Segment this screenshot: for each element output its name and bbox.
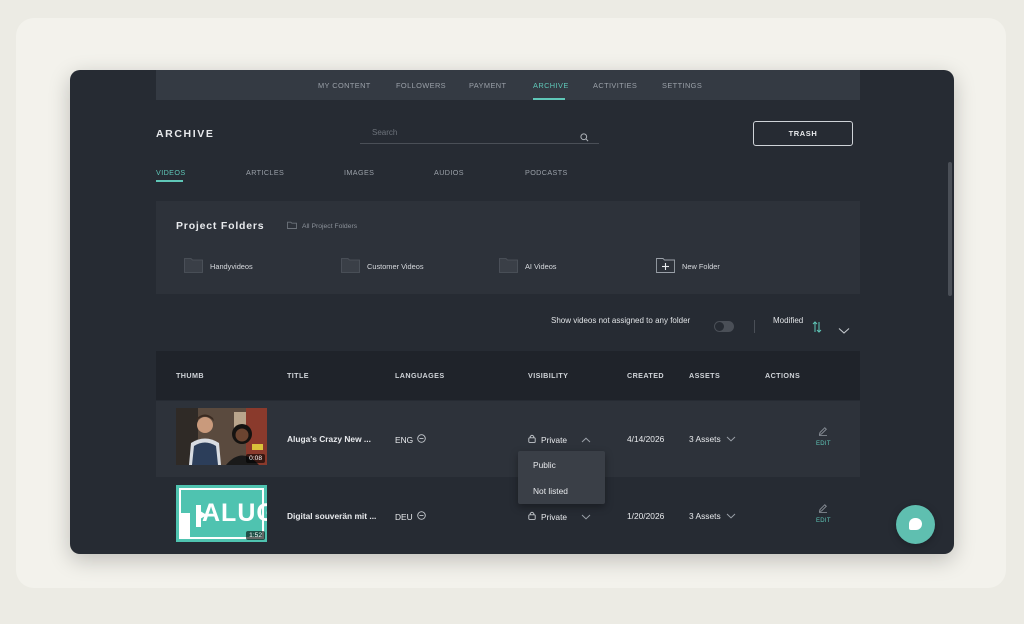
thumbnail-text: ALUG [202, 499, 267, 527]
folder-icon [499, 257, 518, 275]
folder-label: Customer Videos [367, 261, 424, 271]
app-window: MY CONTENT FOLLOWERS PAYMENT ARCHIVE ACT… [70, 70, 954, 554]
nav-tab-activities[interactable]: ACTIVITIES [593, 81, 637, 90]
assets-dropdown[interactable]: 3 Assets [689, 511, 736, 521]
new-folder-button[interactable]: New Folder [656, 257, 720, 275]
language-code: ENG [395, 434, 414, 445]
edit-button[interactable]: EDIT [816, 426, 831, 447]
top-navigation: MY CONTENT FOLLOWERS PAYMENT ARCHIVE ACT… [156, 70, 860, 100]
active-tab-indicator [533, 98, 565, 100]
chevron-down-icon[interactable] [838, 322, 850, 340]
edit-button[interactable]: EDIT [816, 503, 831, 524]
toggle-knob [715, 322, 724, 331]
nav-tab-followers[interactable]: FOLLOWERS [396, 81, 446, 90]
column-header-assets: ASSETS [689, 371, 721, 380]
pencil-icon [818, 503, 828, 515]
assets-count: 3 Assets [689, 434, 721, 444]
folder-icon [287, 221, 297, 231]
assets-dropdown[interactable]: 3 Assets [689, 434, 736, 444]
visibility-select[interactable]: Private [528, 434, 591, 445]
more-languages-icon[interactable] [417, 434, 426, 445]
assets-count: 3 Assets [689, 511, 721, 521]
subtab-podcasts[interactable]: PODCASTS [525, 168, 568, 177]
project-folders-panel: Project Folders All Project Folders Hand… [156, 201, 860, 294]
video-duration: 0:08 [246, 454, 265, 463]
column-header-languages: LANGUAGES [395, 371, 445, 380]
active-subtab-indicator [156, 180, 183, 182]
chat-button[interactable] [896, 505, 935, 544]
nav-tab-my-content[interactable]: MY CONTENT [318, 81, 371, 90]
visibility-option-public[interactable]: Public [533, 460, 556, 470]
subtab-videos[interactable]: VIDEOS [156, 168, 186, 177]
unassigned-toggle[interactable] [714, 321, 734, 332]
page-title: ARCHIVE [156, 128, 215, 140]
column-header-thumb: THUMB [176, 371, 204, 380]
trash-button[interactable]: TRASH [753, 121, 853, 146]
search-bar [360, 126, 599, 144]
chevron-down-icon [726, 434, 736, 444]
subtab-images[interactable]: IMAGES [344, 168, 374, 177]
edit-label: EDIT [816, 441, 831, 447]
video-title[interactable]: Digital souverän mit ... [287, 511, 376, 521]
folder-ai-videos[interactable]: AI Videos [499, 257, 557, 275]
folder-handyvideos[interactable]: Handyvideos [184, 257, 253, 275]
chevron-down-icon [726, 511, 736, 521]
chat-bubble-icon [909, 518, 922, 530]
visibility-value: Private [541, 511, 568, 522]
created-date: 4/14/2026 [627, 434, 665, 444]
column-header-title: TITLE [287, 371, 309, 380]
search-input[interactable] [372, 128, 562, 137]
folder-customer-videos[interactable]: Customer Videos [341, 257, 424, 275]
all-project-folders-link[interactable]: All Project Folders [287, 221, 357, 231]
created-date: 1/20/2026 [627, 511, 665, 521]
folder-icon [184, 257, 203, 275]
video-thumbnail[interactable]: 0:08 [176, 408, 267, 465]
scrollbar[interactable] [948, 162, 952, 296]
video-title[interactable]: Aluga's Crazy New ... [287, 434, 371, 444]
search-icon[interactable] [580, 129, 589, 147]
folder-label: AI Videos [525, 261, 557, 271]
visibility-select[interactable]: Private [528, 511, 591, 522]
visibility-value: Private [541, 434, 568, 445]
folder-icon [341, 257, 360, 275]
sort-label[interactable]: Modified [773, 316, 803, 325]
project-folders-heading: Project Folders [176, 220, 265, 232]
nav-tab-settings[interactable]: SETTINGS [662, 81, 702, 90]
chevron-down-icon [581, 512, 591, 522]
column-header-visibility: VISIBILITY [528, 371, 569, 380]
filter-divider [754, 320, 755, 333]
video-duration: 1:52 [246, 531, 265, 540]
nav-tab-archive[interactable]: ARCHIVE [533, 81, 569, 90]
unassigned-filter-label: Show videos not assigned to any folder [551, 316, 691, 325]
all-project-folders-label: All Project Folders [302, 222, 358, 230]
lock-icon [528, 511, 536, 522]
column-header-created: CREATED [627, 371, 665, 380]
language-code: DEU [395, 511, 413, 522]
pencil-icon [818, 426, 828, 438]
new-folder-label: New Folder [682, 261, 720, 271]
language-cell: DEU [395, 511, 426, 522]
subtab-articles[interactable]: ARTICLES [246, 168, 284, 177]
visibility-menu: Public Not listed [518, 451, 605, 504]
subtab-audios[interactable]: AUDIOS [434, 168, 464, 177]
table-row: ALUG 1:52 Digital souverän mit ... DEU P… [156, 478, 860, 554]
edit-label: EDIT [816, 518, 831, 524]
visibility-option-not-listed[interactable]: Not listed [533, 486, 568, 496]
folder-label: Handyvideos [210, 261, 253, 271]
lock-icon [528, 434, 536, 445]
sort-direction-icon[interactable] [812, 320, 822, 338]
table-header: THUMB TITLE LANGUAGES VISIBILITY CREATED… [156, 351, 860, 400]
nav-tab-payment[interactable]: PAYMENT [469, 81, 506, 90]
chevron-up-icon [581, 435, 591, 445]
column-header-actions: ACTIONS [765, 371, 801, 380]
video-thumbnail[interactable]: ALUG 1:52 [176, 485, 267, 542]
more-languages-icon[interactable] [416, 511, 426, 522]
language-cell: ENG [395, 434, 426, 445]
table-row: 0:08 Aluga's Crazy New ... ENG Private 4… [156, 401, 860, 477]
new-folder-icon [656, 257, 675, 275]
